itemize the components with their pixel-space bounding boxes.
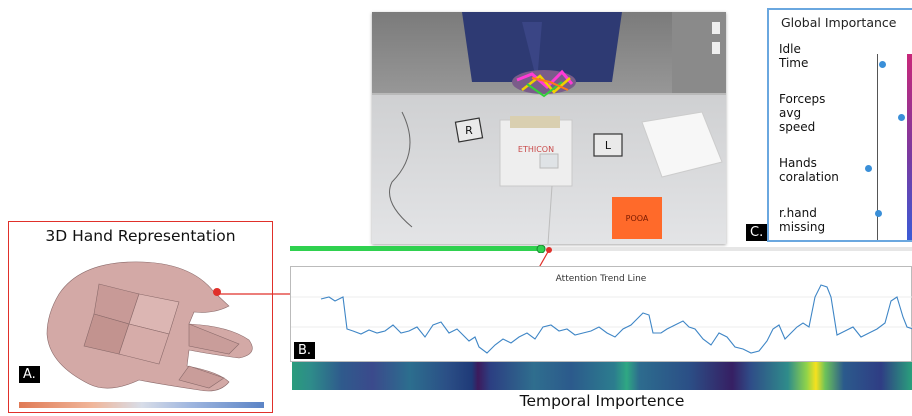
sign-text: ETHICON [518, 145, 554, 154]
temporal-importance-title: Temporal Importence [519, 392, 685, 410]
feature-label-r-hand-missing: r.hand missing [779, 206, 826, 234]
importance-point [897, 114, 905, 121]
panel-label-c: C. [746, 224, 768, 241]
hand-panel-title: 3D Hand Representation [45, 227, 236, 245]
feature-label-hands-coralation: Hands coralation [779, 156, 839, 184]
tag-text: POOA [626, 214, 649, 223]
feature-label-forceps-speed: Forceps avg speed [779, 92, 826, 134]
heat-strip [292, 362, 912, 390]
hand-feature-strip [19, 402, 264, 408]
panel-label-b: B. [294, 342, 316, 359]
left-marker: R [465, 124, 473, 137]
hand-keypoint-marker [213, 288, 221, 296]
temporal-heatmap [292, 362, 912, 390]
panel-label-a: A. [19, 366, 40, 383]
timeline-progress [290, 246, 546, 251]
global-importance-panel: Global Importance Idle Time Forceps avg … [767, 8, 912, 242]
attention-line-plot [291, 284, 912, 354]
attention-trend-chart: Attention Trend Line [290, 266, 912, 362]
attention-trend-line [320, 284, 912, 354]
hand-representation-panel: 3D Hand Representation A. [8, 221, 273, 413]
global-importance-title: Global Importance [781, 15, 897, 30]
video-frame: ETHICON R L POOA [372, 12, 726, 244]
hand-mesh-icon [46, 261, 253, 392]
timeline-scrubber[interactable] [536, 245, 546, 253]
importance-point [879, 61, 886, 68]
surgical-scene: ETHICON R L POOA [372, 12, 726, 244]
right-marker: L [605, 139, 612, 152]
feature-label-idle-time: Idle Time [779, 42, 809, 70]
importance-point [865, 165, 872, 172]
importance-colorbar [907, 54, 912, 240]
video-timeline[interactable] [290, 245, 912, 253]
importance-point [875, 210, 882, 217]
